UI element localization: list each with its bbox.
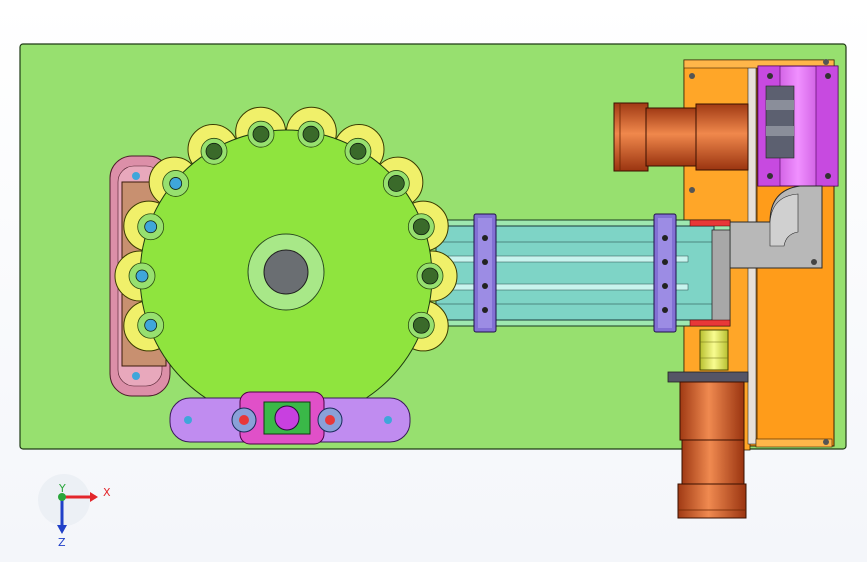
green-puck [387, 175, 405, 192]
green-puck [421, 267, 439, 285]
blue-puck [169, 177, 183, 190]
magenta-clamp-block[interactable] [757, 65, 839, 187]
blue-puck [135, 269, 149, 283]
slide-clamp-left[interactable] [473, 213, 497, 333]
blue-puck [144, 318, 158, 332]
cad-viewport[interactable]: X Y Z [0, 0, 867, 562]
y-axis-label: Y [58, 482, 66, 495]
green-puck [205, 142, 223, 160]
x-axis-label: X [103, 486, 111, 499]
green-puck [412, 316, 430, 334]
slide-clamp-right[interactable] [653, 213, 677, 333]
blue-puck [144, 220, 158, 234]
shaft-coupling[interactable] [699, 329, 729, 371]
green-puck [252, 125, 270, 143]
green-puck [349, 142, 367, 160]
z-axis-label: Z [58, 536, 66, 549]
green-puck [302, 125, 320, 143]
green-puck [412, 218, 430, 236]
coordinate-triad: X Y Z [38, 474, 111, 549]
top-servo-motor[interactable] [613, 102, 749, 172]
bottom-guide-rail[interactable] [169, 391, 411, 445]
